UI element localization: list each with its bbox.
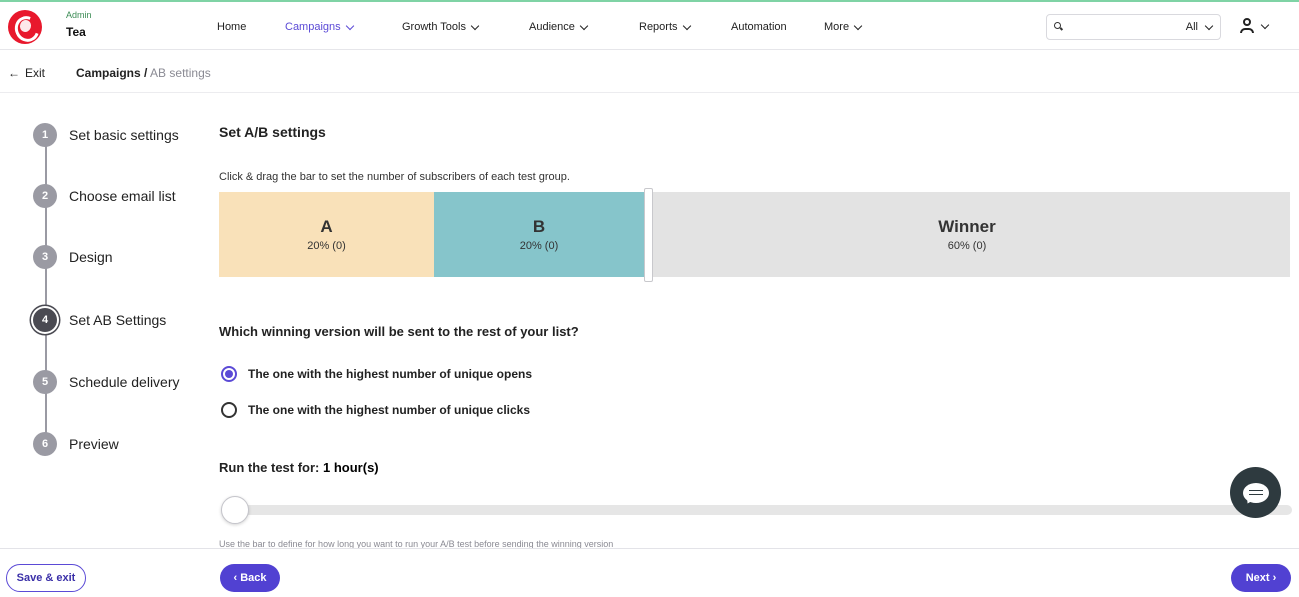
run-test-value: 1 hour(s) <box>323 460 379 475</box>
group-a-share: 20% (0) <box>307 240 346 252</box>
step-number: 6 <box>33 432 57 456</box>
back-button[interactable]: ‹ Back <box>220 564 280 592</box>
step-number: 2 <box>33 184 57 208</box>
save-exit-button[interactable]: Save & exit <box>6 564 86 592</box>
nav-audience[interactable]: Audience <box>529 21 589 33</box>
exit-link[interactable]: ← Exit <box>8 66 45 80</box>
step-number: 5 <box>33 370 57 394</box>
step-label: Design <box>69 249 113 265</box>
nav-automation-label: Automation <box>731 21 787 33</box>
split-instruction: Click & drag the bar to set the number o… <box>219 171 570 183</box>
brand-logo-icon[interactable] <box>8 10 42 44</box>
run-test-label: Run the test for: <box>219 460 320 475</box>
nav-audience-label: Audience <box>529 21 575 33</box>
step-number: 3 <box>33 245 57 269</box>
chevron-down-icon <box>682 21 691 30</box>
winner-question: Which winning version will be sent to th… <box>219 324 579 339</box>
breadcrumb-parent[interactable]: Campaigns <box>76 66 141 80</box>
chat-button[interactable] <box>1230 467 1281 518</box>
step-set-ab-settings[interactable]: 4 Set AB Settings <box>33 308 166 332</box>
duration-slider-thumb[interactable] <box>221 496 249 524</box>
top-navigation: Admin Tea Home Campaigns Growth Tools Au… <box>0 0 1299 50</box>
run-test-heading: Run the test for: 1 hour(s) <box>219 460 379 475</box>
arrow-left-icon: ← <box>8 66 20 80</box>
search-scope-value: All <box>1185 21 1198 33</box>
winner-segment: Winner 60% (0) <box>644 192 1290 277</box>
nav-more-label: More <box>824 21 850 33</box>
chat-icon <box>1242 482 1269 503</box>
nav-reports[interactable]: Reports <box>639 21 691 33</box>
step-choose-email-list[interactable]: 2 Choose email list <box>33 184 176 208</box>
account-role: Admin <box>66 10 92 20</box>
group-a-name: A <box>320 217 333 236</box>
breadcrumb: Campaigns / AB settings <box>76 66 211 80</box>
nav-campaigns-label: Campaigns <box>285 21 341 33</box>
split-drag-handle[interactable] <box>644 188 653 282</box>
winner-share: 60% (0) <box>947 240 987 252</box>
exit-label: Exit <box>25 66 46 80</box>
winner-option-label: The one with the highest number of uniqu… <box>248 403 531 417</box>
step-preview[interactable]: 6 Preview <box>33 432 119 456</box>
nav-campaigns[interactable]: Campaigns <box>285 21 354 33</box>
group-b-segment: B 20% (0) <box>434 192 644 277</box>
winner-option-clicks[interactable]: The one with the highest number of uniqu… <box>221 402 530 418</box>
duration-slider-track[interactable] <box>236 505 1292 515</box>
stepper-line <box>45 134 47 444</box>
user-icon <box>1240 18 1254 34</box>
group-a-segment: A 20% (0) <box>219 192 434 277</box>
chevron-down-icon <box>579 21 589 30</box>
nav-automation[interactable]: Automation <box>731 21 787 33</box>
search-input[interactable] <box>1067 18 1172 36</box>
nav-home[interactable]: Home <box>217 21 246 33</box>
nav-more[interactable]: More <box>824 21 863 33</box>
radio-button-checked[interactable] <box>221 366 237 382</box>
winner-option-opens[interactable]: The one with the highest number of uniqu… <box>221 366 532 382</box>
footer-bar: Save & exit ‹ Back Next › <box>0 548 1299 597</box>
page-title: Set A/B settings <box>219 124 326 140</box>
step-label: Choose email list <box>69 188 176 204</box>
step-set-basic-settings[interactable]: 1 Set basic settings <box>33 123 179 147</box>
account-name: Tea <box>66 25 86 39</box>
step-label: Set AB Settings <box>69 312 167 328</box>
step-number: 1 <box>33 123 57 147</box>
ab-split-bar[interactable]: A 20% (0) B 20% (0) Winner 60% (0) <box>219 192 1290 277</box>
nav-growth-tools[interactable]: Growth Tools <box>402 21 480 33</box>
breadcrumb-bar: ← Exit Campaigns / AB settings <box>0 51 1299 93</box>
winner-name: Winner <box>938 217 996 236</box>
breadcrumb-separator: / <box>144 66 148 80</box>
radio-button-unchecked[interactable] <box>221 402 237 418</box>
chevron-down-icon <box>1204 21 1214 30</box>
step-label: Preview <box>69 436 119 452</box>
next-button[interactable]: Next › <box>1231 564 1291 592</box>
group-b-share: 20% (0) <box>519 240 559 252</box>
step-design[interactable]: 3 Design <box>33 245 113 269</box>
nav-growth-tools-label: Growth Tools <box>402 21 466 33</box>
search-icon <box>1054 22 1061 29</box>
step-schedule-delivery[interactable]: 5 Schedule delivery <box>33 370 180 394</box>
account-switcher[interactable]: Admin Tea <box>66 10 92 39</box>
chevron-down-icon <box>470 21 480 30</box>
chevron-down-icon <box>853 21 863 30</box>
step-number: 4 <box>33 308 57 332</box>
user-menu[interactable] <box>1240 18 1270 34</box>
step-label: Schedule delivery <box>69 374 180 390</box>
chevron-down-icon <box>345 21 354 30</box>
search-scope-select[interactable]: All <box>1185 21 1214 33</box>
breadcrumb-current: AB settings <box>150 66 211 80</box>
nav-reports-label: Reports <box>639 21 678 33</box>
nav-home-label: Home <box>217 21 247 33</box>
search-box: All <box>1046 14 1221 40</box>
step-label: Set basic settings <box>69 127 179 143</box>
chevron-down-icon <box>1260 20 1270 29</box>
winner-option-label: The one with the highest number of uniqu… <box>248 367 532 381</box>
group-b-name: B <box>532 217 546 236</box>
